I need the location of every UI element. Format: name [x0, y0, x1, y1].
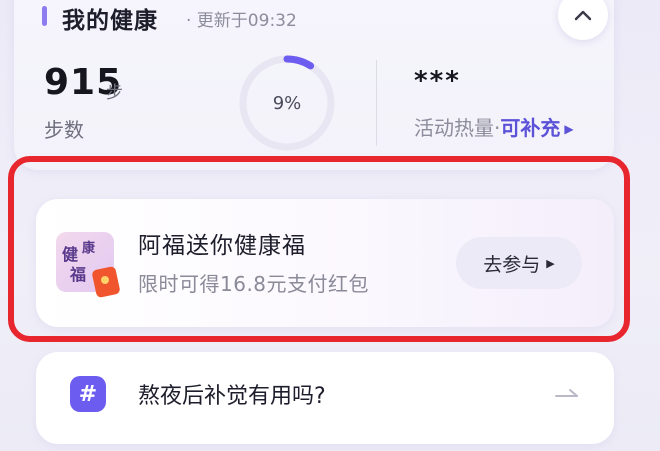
steps-unit: 步	[106, 83, 123, 103]
calories-row[interactable]: 活动热量·可补充 ▶	[414, 112, 574, 141]
steps-label: 步数	[44, 118, 84, 142]
arrow-right-icon[interactable]	[554, 386, 580, 400]
stats-divider	[376, 60, 377, 146]
chevron-up-icon	[574, 10, 592, 21]
promo-highlight-frame	[8, 156, 630, 342]
triangle-right-icon: ▶	[564, 122, 574, 136]
steps-progress-text: 9%	[272, 92, 302, 114]
calories-supplement-link[interactable]: 可补充	[500, 116, 560, 140]
section-accent-bar	[42, 6, 47, 26]
update-time: · 更新于09:32	[186, 11, 297, 31]
topic-question: 熬夜后补觉有用吗?	[138, 384, 326, 409]
calories-value: ***	[414, 66, 461, 96]
health-section-title: 我的健康	[62, 8, 158, 34]
hash-icon: #	[70, 376, 106, 412]
calories-label: 活动热量·	[414, 116, 501, 140]
